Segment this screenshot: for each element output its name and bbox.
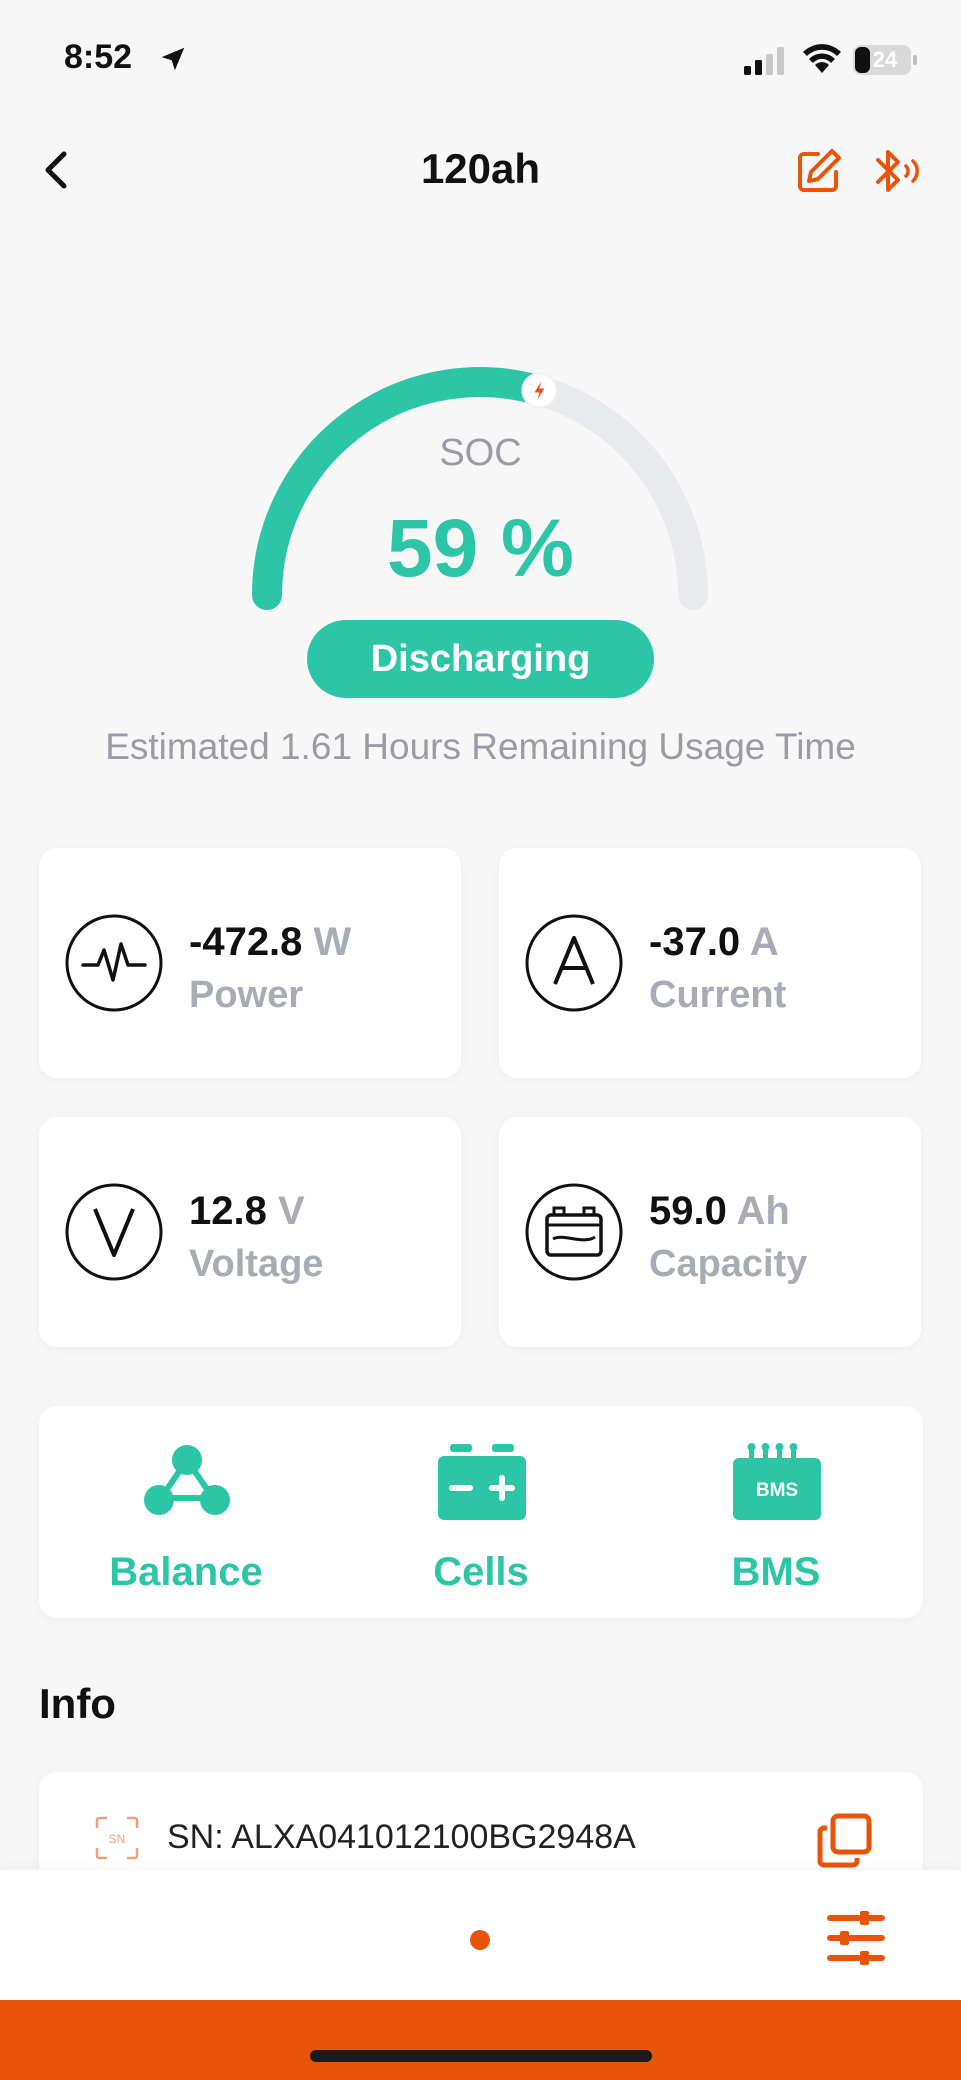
balance-button[interactable]: Balance: [39, 1406, 333, 1618]
copy-icon[interactable]: [815, 1810, 875, 1870]
home-indicator[interactable]: [310, 2050, 652, 2062]
capacity-card[interactable]: 59.0 Ah Capacity: [499, 1117, 921, 1347]
balance-label: Balance: [109, 1550, 263, 1594]
capacity-unit: Ah: [736, 1189, 790, 1233]
wifi-icon: [803, 44, 841, 73]
status-bar: 8:52 24: [0, 0, 961, 120]
cells-label: Cells: [433, 1550, 529, 1594]
bottom-bar: [0, 1870, 961, 2000]
cells-button[interactable]: Cells: [334, 1406, 628, 1618]
power-card[interactable]: -472.8 W Power: [39, 848, 461, 1078]
voltage-card[interactable]: 12.8 V Voltage: [39, 1117, 461, 1347]
current-value: -37.0: [649, 920, 741, 964]
bms-button[interactable]: BMS BMS: [629, 1406, 923, 1618]
cells-icon: [438, 1444, 526, 1520]
serial-number-icon-text: SN: [109, 1832, 126, 1846]
info-section-title: Info: [39, 1680, 116, 1727]
battery-level: 24: [872, 47, 898, 72]
soc-value: 59 %: [387, 503, 574, 594]
location-arrow-icon: [161, 47, 185, 71]
pulse-icon: [65, 914, 163, 1012]
battery-state-badge: Discharging: [307, 620, 654, 698]
actions-card: Balance Cells BMS BMS: [39, 1406, 923, 1618]
capacity-label: Capacity: [649, 1243, 808, 1285]
serial-number-icon: SN: [95, 1816, 139, 1860]
voltage-value: 12.8: [189, 1189, 267, 1233]
bms-label: BMS: [731, 1550, 821, 1594]
voltage-icon: [65, 1183, 163, 1281]
edit-icon[interactable]: [794, 146, 844, 196]
current-card[interactable]: -37.0 A Current: [499, 848, 921, 1078]
capacity-value: 59.0: [649, 1189, 727, 1233]
status-time: 8:52: [64, 38, 133, 76]
page-indicator-dot: [470, 1930, 490, 1950]
home-indicator-area: [0, 2000, 961, 2080]
voltage-label: Voltage: [189, 1243, 324, 1285]
power-value: -472.8: [189, 920, 303, 964]
ampere-icon: [525, 914, 623, 1012]
soc-gauge-knob: [521, 372, 558, 409]
voltage-unit: V: [277, 1189, 305, 1233]
balance-icon: [144, 1445, 230, 1515]
power-unit: W: [313, 920, 352, 964]
soc-label: SOC: [439, 432, 522, 474]
current-unit: A: [749, 920, 779, 964]
power-label: Power: [189, 974, 304, 1016]
bms-icon: BMS: [733, 1443, 821, 1520]
bms-icon-text: BMS: [756, 1480, 798, 1501]
current-label: Current: [649, 974, 787, 1016]
serial-number: SN: ALXA041012100BG2948A: [167, 1818, 636, 1856]
battery-icon: [525, 1183, 623, 1281]
remaining-time-estimate: Estimated 1.61 Hours Remaining Usage Tim…: [105, 726, 856, 767]
bluetooth-icon[interactable]: [868, 146, 924, 196]
cellular-signal-icon: [744, 47, 784, 75]
settings-sliders-icon[interactable]: [826, 1910, 886, 1966]
